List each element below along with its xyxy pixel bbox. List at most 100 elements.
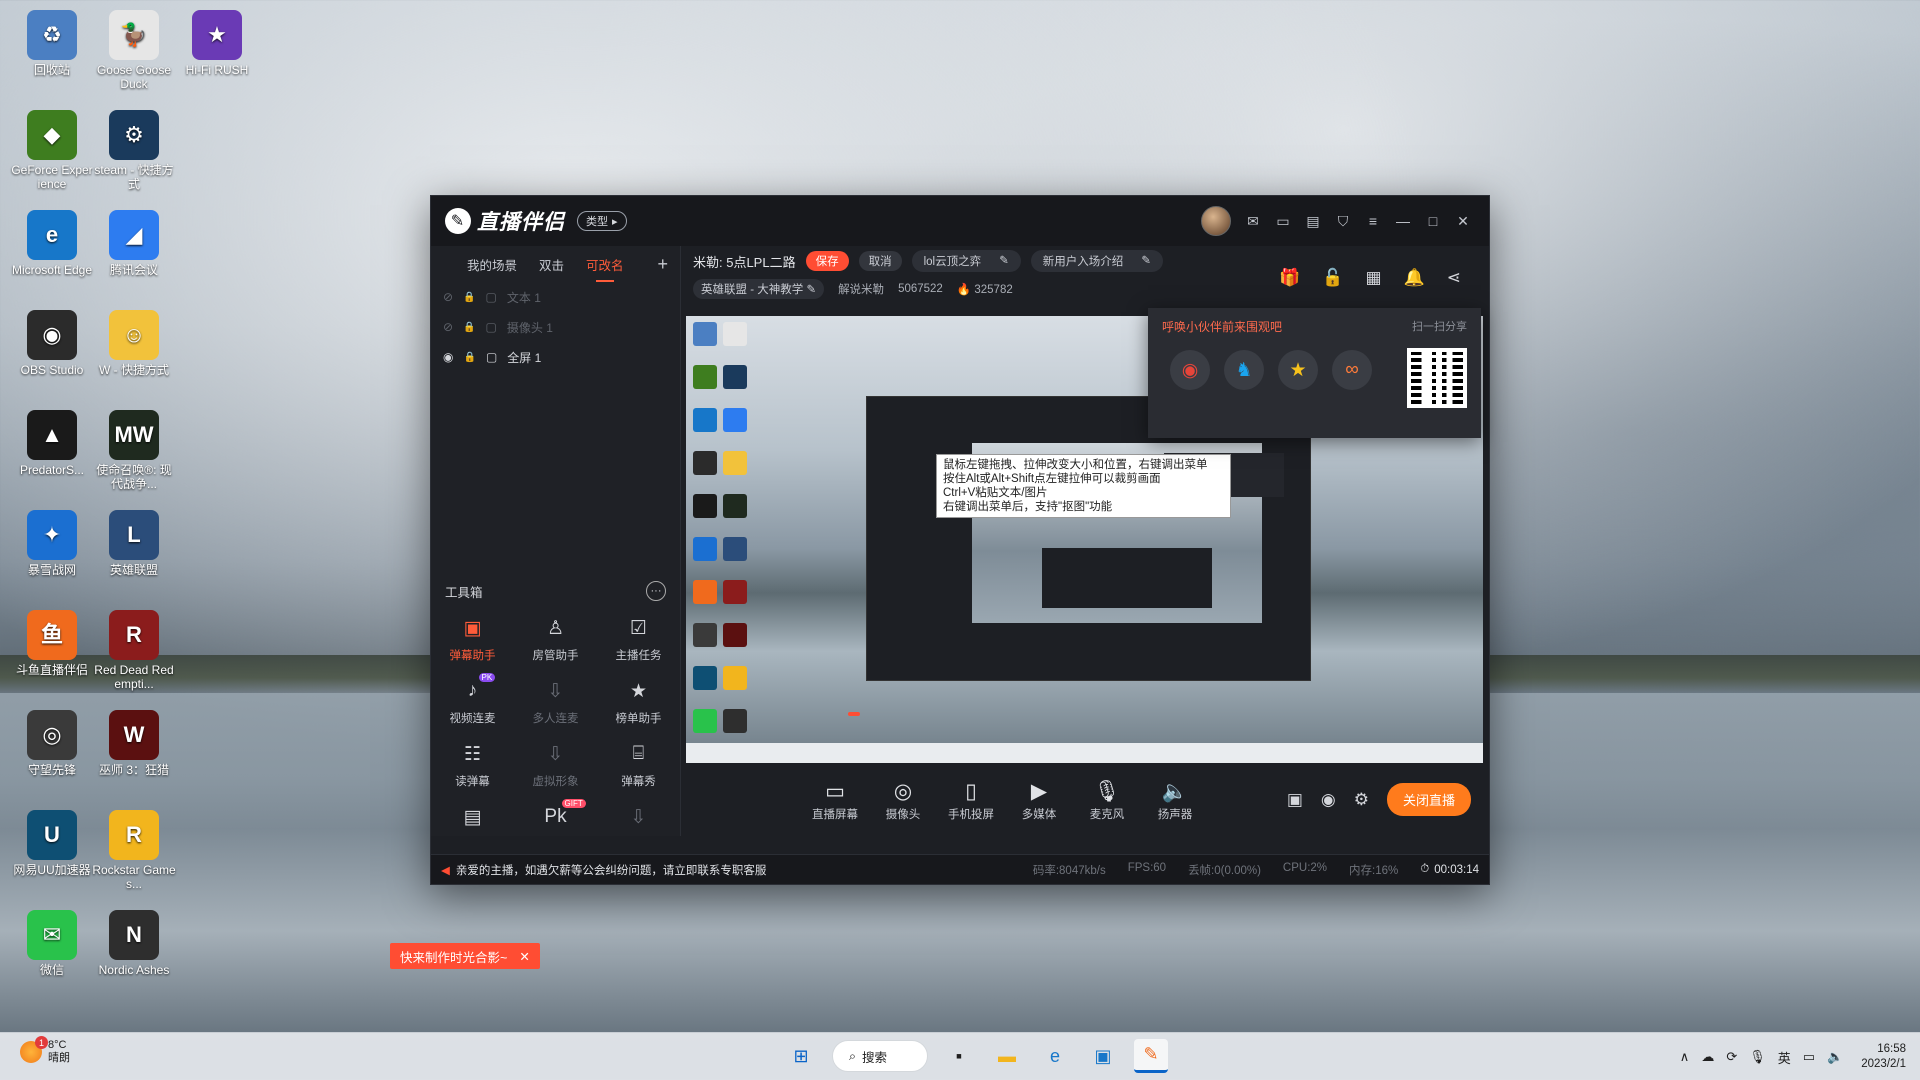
tool-item[interactable]: ▤ [431,803,514,836]
tool-item[interactable]: ☑ 主播任务 [597,614,680,663]
desktop-icon[interactable]: ★ Hi-Fi RUSH [175,10,259,77]
control-button[interactable]: ◎ 摄像头 [869,778,937,822]
control-button[interactable]: ▭ 直播屏幕 [801,778,869,822]
desktop-icon[interactable]: ◆ GeForce Experience [10,110,94,191]
mail-icon[interactable]: ✉ [1245,213,1261,229]
stop-live-button[interactable]: 关闭直播 [1386,783,1471,816]
sync-icon[interactable]: ⟳ [1726,1049,1737,1065]
desktop-icon[interactable]: ✉ 微信 [10,910,94,977]
desktop-icon[interactable]: ◉ OBS Studio [10,310,94,377]
category-field[interactable]: lol云顶之弈 ✎ [911,250,1021,272]
desktop-icon[interactable]: R Red Dead Redempti... [92,610,176,691]
microphone-icon[interactable]: 🎙 [1749,1049,1766,1065]
welcome-field[interactable]: 新用户入场介绍 ✎ [1030,250,1163,272]
weibo-icon[interactable]: ◉ [1170,350,1210,390]
ime-indicator[interactable]: 英 [1778,1048,1791,1067]
monitor-icon[interactable]: ▭ [1275,213,1291,229]
tool-item[interactable]: ☷ 读弹幕 [431,740,514,789]
tool-item[interactable]: ★ 榜单助手 [597,677,680,726]
save-button[interactable]: 保存 [805,251,849,271]
photo-toast[interactable]: 快来制作时光合影~ ✕ [390,943,540,969]
lock-icon[interactable]: 🔓 [1322,268,1343,288]
star-icon[interactable]: ★ [1278,350,1318,390]
more-icon[interactable]: ··· [646,581,666,601]
avatar[interactable] [1201,206,1231,236]
notice[interactable]: ◀ 亲爱的主播，如遇欠薪等公会纠纷问题，请立即联系专职客服 [441,862,766,878]
windows-start-icon[interactable]: ⊞ [784,1039,818,1073]
menu-icon[interactable]: ≡ [1365,213,1381,229]
task-view-icon[interactable]: ▪ [942,1039,976,1073]
layout-icon[interactable]: ▦ [1366,268,1382,288]
network-icon[interactable]: ▭ [1803,1049,1815,1065]
control-button[interactable]: 🔈 扬声器 [1141,778,1209,822]
desktop-icon[interactable]: ⚙ steam - 快捷方式 [92,110,176,191]
desktop-icon[interactable]: L 英雄联盟 [92,510,176,577]
lock-icon[interactable]: 🔒 [463,292,475,303]
lock-icon[interactable]: 🔒 [463,322,475,333]
tool-item[interactable]: Pk GIFT [514,799,597,836]
desktop-icon[interactable]: 🦆 Goose Goose Duck [92,10,176,91]
eye-icon[interactable]: ◉ [443,350,453,364]
desktop-icon[interactable]: R Rockstar Games... [92,810,176,891]
desktop-icon[interactable]: N Nordic Ashes [92,910,176,977]
close-icon[interactable]: ✕ [1455,213,1471,229]
gift-icon[interactable]: 🎁 [1279,268,1300,288]
store-icon[interactable]: ▣ [1086,1039,1120,1073]
desktop-icon[interactable]: e Microsoft Edge [10,210,94,277]
desktop-icon[interactable]: ◎ 守望先锋 [10,710,94,777]
add-scene-button[interactable]: + [657,254,668,275]
control-button[interactable]: 🎙 麦克风 [1073,778,1141,822]
layout-icon[interactable]: ▤ [1305,213,1321,229]
tool-item[interactable]: ⇩ 虚拟形象 [514,740,597,789]
file-explorer-icon[interactable]: ▬ [990,1039,1024,1073]
tool-item[interactable]: ▣ 弹幕助手 [431,614,514,663]
tool-item[interactable]: ⇩ [597,803,680,836]
cloud-icon[interactable]: ☁ [1701,1049,1714,1065]
desktop-icon[interactable]: ▲ PredatorS... [10,410,94,477]
maximize-icon[interactable]: □ [1425,213,1441,229]
bell-icon[interactable]: 🔔 [1404,268,1425,288]
close-icon[interactable]: ✕ [519,949,529,964]
desktop-icon[interactable]: MW 使命召唤®: 现代战争... [92,410,176,491]
eye-icon[interactable]: ◉ [1321,790,1336,810]
clock[interactable]: 16:58 2023/2/1 [1861,1042,1906,1072]
control-button[interactable]: ▯ 手机投屏 [937,778,1005,822]
desktop-icon[interactable]: ☺ W - 快捷方式 [92,310,176,377]
volume-icon[interactable]: 🔈 [1827,1049,1843,1065]
source-item[interactable]: ⊘ 🔒 ▢ 文本 1 [431,282,680,312]
desktop-icon[interactable]: ◢ 腾讯会议 [92,210,176,277]
desktop-icon[interactable]: W 巫师 3：狂猎 [92,710,176,777]
taskbar-search[interactable]: ⌕ 搜索 [832,1040,928,1072]
scene-tab[interactable]: 双击 [539,255,564,274]
weather-widget[interactable]: 1 8°C 晴朗 [20,1036,70,1065]
cancel-button[interactable]: 取消 [858,251,902,271]
desktop-icon[interactable]: 鱼斗鱼直播伴侣 [10,610,94,677]
eye-off-icon[interactable]: ⊘ [443,290,453,304]
source-item[interactable]: ⊘ 🔒 ▢ 摄像头 1 [431,312,680,342]
scene-tab[interactable]: 我的场景 [467,255,517,274]
control-button[interactable]: ▶ 多媒体 [1005,778,1073,822]
tool-item[interactable]: ⌸ 弹幕秀 [597,740,680,789]
desktop-icon[interactable]: U 网易UU加速器 [10,810,94,877]
scene-tab[interactable]: 可改名 [586,255,624,282]
link-icon[interactable]: ∞ [1332,350,1372,390]
source-item[interactable]: ◉ 🔒 ▢ 全屏 1 [431,342,680,372]
minimize-icon[interactable]: — [1395,213,1411,229]
live-companion-taskbar-icon[interactable]: ✎ [1134,1039,1168,1073]
desktop-icon[interactable]: ♻ 回收站 [10,10,94,77]
qq-icon[interactable]: ♞ [1224,350,1264,390]
gear-icon[interactable]: ⚙ [1354,790,1369,810]
record-icon[interactable]: ▣ [1287,790,1303,810]
game-category[interactable]: 英雄联盟 - 大神教学 ✎ [693,279,825,299]
chevron-up-icon[interactable]: ∧ [1680,1049,1690,1065]
edge-icon[interactable]: e [1038,1039,1072,1073]
tool-item[interactable]: ⇩ 多人连麦 [514,677,597,726]
share-icon[interactable]: ⋖ [1447,268,1461,288]
tool-item[interactable]: ♪ PK 视频连麦 [431,673,514,726]
shirt-icon[interactable]: ⛉ [1335,213,1351,229]
stream-title[interactable]: 米勒: 5点LPL二路 [693,252,796,271]
lock-icon[interactable]: 🔒 [463,352,475,363]
type-button[interactable]: 类型 ▸ [577,211,627,231]
eye-off-icon[interactable]: ⊘ [443,320,453,334]
tool-item[interactable]: ♙ 房管助手 [514,614,597,663]
